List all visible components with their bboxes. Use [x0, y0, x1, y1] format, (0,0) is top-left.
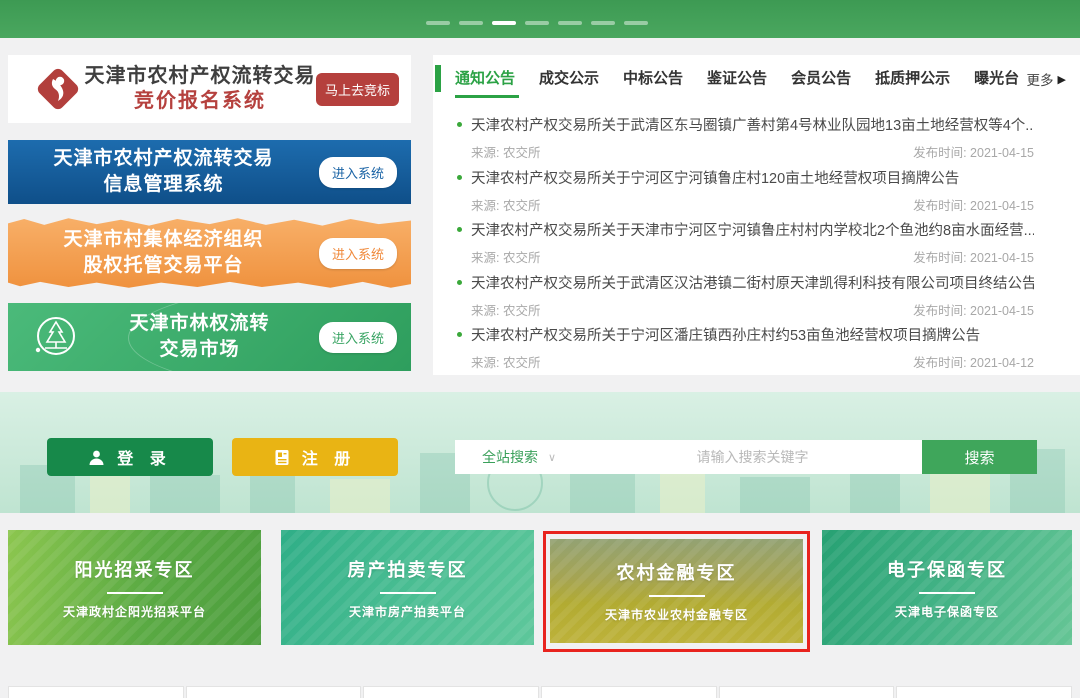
tab-winning-bid[interactable]: 中标公告 — [623, 67, 683, 88]
carousel-dot[interactable] — [558, 21, 582, 25]
tab-certification[interactable]: 鉴证公告 — [707, 67, 767, 88]
top-carousel-bar — [0, 0, 1080, 38]
carousel-dot-active[interactable] — [492, 21, 516, 25]
list-item: 天津农村产权交易所关于武清区汉沽港镇二街村原天津凯得利科技有限公司项目终结公告 … — [433, 263, 1080, 316]
zone-card-rural-finance[interactable]: 农村金融专区 天津市农业农村金融专区 — [550, 539, 803, 643]
news-time: 发布时间: 2021-04-15 — [913, 300, 1034, 319]
bullet-icon — [457, 280, 462, 285]
news-link[interactable]: 天津农村产权交易所关于天津市宁河区宁河镇鲁庄村村内学校北2个鱼池约8亩水面经营.… — [433, 210, 1080, 240]
bottom-link-strip — [8, 686, 1072, 698]
news-source: 来源: 农交所 — [471, 195, 540, 214]
list-item: 天津农村产权交易所关于宁河区宁河镇鲁庄村120亩土地经营权项目摘牌公告 来源: … — [433, 158, 1080, 211]
chevron-down-icon: ∨ — [548, 451, 556, 464]
news-link[interactable]: 天津农村产权交易所关于宁河区潘庄镇西孙庄村约53亩鱼池经营权项目摘牌公告 — [433, 315, 1080, 345]
carousel-indicators — [426, 21, 648, 25]
bullet-icon — [457, 175, 462, 180]
site-subtitle: 竞价报名系统 — [84, 89, 316, 114]
bottom-link-box[interactable] — [541, 686, 717, 698]
enter-equity-platform-button[interactable]: 进入系统 — [319, 238, 397, 269]
carousel-dot[interactable] — [525, 21, 549, 25]
enter-forest-market-button[interactable]: 进入系统 — [319, 322, 397, 353]
announcement-list: 天津农村产权交易所关于武清区东马圈镇广善村第4号林业队园地13亩土地经营权等4个… — [433, 105, 1080, 368]
news-source: 来源: 农交所 — [471, 300, 540, 319]
bidding-system-title: 天津市农村产权流转交易 竞价报名系统 — [84, 64, 316, 114]
logo-diamond-icon — [32, 63, 84, 115]
carousel-dot[interactable] — [459, 21, 483, 25]
bottom-link-box[interactable] — [719, 686, 895, 698]
zone-card-property-auction[interactable]: 房产拍卖专区 天津市房产拍卖平台 — [281, 530, 534, 645]
search-button[interactable]: 搜索 — [922, 440, 1037, 474]
list-item: 天津农村产权交易所关于宁河区潘庄镇西孙庄村约53亩鱼池经营权项目摘牌公告 来源:… — [433, 315, 1080, 368]
equity-platform-banner[interactable]: 天津市村集体经济组织 股权托管交易平台 进入系统 — [8, 216, 411, 290]
carousel-dot[interactable] — [624, 21, 648, 25]
search-bar: 全站搜索 ∨ 搜索 — [455, 440, 1037, 474]
more-link[interactable]: 更多 ▶ — [1027, 69, 1066, 89]
bullet-icon — [457, 122, 462, 127]
carousel-dot[interactable] — [591, 21, 615, 25]
news-time: 发布时间: 2021-04-15 — [913, 195, 1034, 214]
tab-exposure[interactable]: 曝光台 — [974, 67, 1019, 88]
bottom-link-box[interactable] — [8, 686, 184, 698]
news-source: 来源: 农交所 — [471, 352, 540, 371]
list-item: 天津农村产权交易所关于天津市宁河区宁河镇鲁庄村村内学校北2个鱼池约8亩水面经营.… — [433, 210, 1080, 263]
register-button[interactable]: 注 册 — [232, 438, 398, 476]
info-management-banner[interactable]: 天津市农村产权流转交易 信息管理系统 进入系统 — [8, 140, 411, 204]
tree-icon — [30, 312, 80, 362]
news-source: 来源: 农交所 — [471, 247, 540, 266]
news-link[interactable]: 天津农村产权交易所关于武清区汉沽港镇二街村原天津凯得利科技有限公司项目终结公告 — [433, 263, 1080, 293]
login-search-banner: 登 录 注 册 全站搜索 ∨ 搜索 — [0, 392, 1080, 513]
list-item: 天津农村产权交易所关于武清区东马圈镇广善村第4号林业队园地13亩土地经营权等4个… — [433, 105, 1080, 158]
news-time: 发布时间: 2021-04-15 — [913, 247, 1034, 266]
site-title: 天津市农村产权流转交易 — [84, 64, 316, 89]
news-time: 发布时间: 2021-04-12 — [913, 352, 1034, 371]
bullet-icon — [457, 332, 462, 337]
announcement-panel: 通知公告 成交公示 中标公告 鉴证公告 会员公告 抵质押公示 曝光台 更多 ▶ … — [433, 55, 1080, 375]
homepage: 天津市农村产权流转交易 竞价报名系统 马上去竞标 天津市农村产权流转交易 信息管… — [0, 0, 1080, 698]
tab-notice[interactable]: 通知公告 — [455, 67, 515, 88]
equity-platform-title: 天津市村集体经济组织 股权托管交易平台 — [8, 227, 319, 278]
forest-market-banner[interactable]: 天津市林权流转 交易市场 进入系统 — [8, 303, 411, 371]
bullet-icon — [457, 227, 462, 232]
tab-deal-publicity[interactable]: 成交公示 — [539, 67, 599, 88]
bottom-link-box[interactable] — [363, 686, 539, 698]
carousel-dot[interactable] — [426, 21, 450, 25]
forest-market-title: 天津市林权流转 交易市场 — [80, 311, 319, 362]
info-management-title: 天津市农村产权流转交易 信息管理系统 — [8, 146, 319, 197]
zone-card-sunshine-procurement[interactable]: 阳光招采专区 天津政村企阳光招采平台 — [8, 530, 261, 645]
more-arrow-icon: ▶ — [1058, 73, 1066, 86]
news-link[interactable]: 天津农村产权交易所关于武清区东马圈镇广善村第4号林业队园地13亩土地经营权等4个… — [433, 105, 1080, 135]
bottom-link-box[interactable] — [896, 686, 1072, 698]
news-time: 发布时间: 2021-04-15 — [913, 142, 1034, 161]
news-source: 来源: 农交所 — [471, 142, 540, 161]
search-scope-select[interactable]: 全站搜索 ∨ — [455, 440, 583, 474]
bidding-system-card[interactable]: 天津市农村产权流转交易 竞价报名系统 马上去竞标 — [8, 55, 411, 123]
tab-pledge[interactable]: 抵质押公示 — [875, 67, 950, 88]
announcement-tabs: 通知公告 成交公示 中标公告 鉴证公告 会员公告 抵质押公示 曝光台 — [455, 67, 1019, 88]
user-icon — [88, 449, 105, 466]
bottom-link-box[interactable] — [186, 686, 362, 698]
search-input[interactable] — [583, 440, 922, 474]
tab-accent-bar — [435, 65, 441, 92]
id-card-icon — [274, 449, 290, 466]
zone-card-e-guarantee[interactable]: 电子保函专区 天津电子保函专区 — [822, 530, 1072, 645]
tab-member[interactable]: 会员公告 — [791, 67, 851, 88]
enter-info-system-button[interactable]: 进入系统 — [319, 157, 397, 188]
news-link[interactable]: 天津农村产权交易所关于宁河区宁河镇鲁庄村120亩土地经营权项目摘牌公告 — [433, 158, 1080, 188]
go-bid-button[interactable]: 马上去竞标 — [316, 73, 399, 106]
active-tab-underline — [455, 95, 519, 98]
login-button[interactable]: 登 录 — [47, 438, 213, 476]
